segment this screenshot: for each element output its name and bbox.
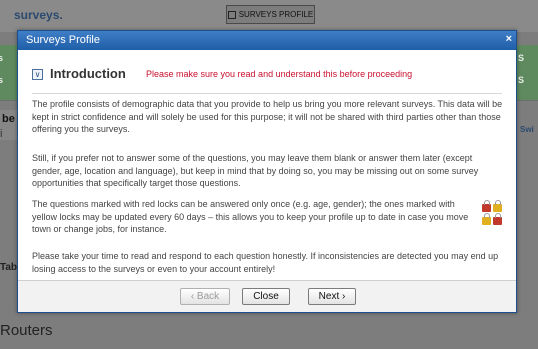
close-button[interactable]: Close: [242, 288, 290, 305]
intro-paragraph: The questions marked with red locks can …: [32, 199, 469, 234]
right-banner: SS: [516, 45, 538, 100]
back-button[interactable]: ‹ Back: [180, 288, 230, 305]
surveys-profile-label: SURVEYS PROFILE: [238, 10, 314, 19]
left-banner: ss: [0, 45, 18, 100]
surveys-profile-dialog: Surveys Profile × ∨ Introduction Please …: [17, 30, 517, 313]
section-header: ∨ Introduction Please make sure you read…: [32, 66, 502, 86]
profile-icon: [227, 10, 236, 19]
dialog-body: ∨ Introduction Please make sure you read…: [18, 50, 516, 280]
intro-paragraph: Please take your time to read and respon…: [32, 251, 499, 274]
close-icon[interactable]: ×: [506, 33, 512, 45]
collapse-icon[interactable]: ∨: [32, 69, 43, 80]
top-bar: surveys. SURVEYS PROFILE: [0, 0, 538, 32]
intro-paragraph: The profile consists of demographic data…: [32, 99, 503, 134]
section-note: Please make sure you read and understand…: [146, 69, 413, 79]
surveys-profile-button[interactable]: SURVEYS PROFILE: [226, 5, 315, 24]
section-title: Introduction: [50, 66, 126, 81]
right-panel-link[interactable]: Swi: [520, 125, 534, 134]
routers-heading: Routers: [0, 322, 53, 339]
site-logo[interactable]: surveys.: [14, 8, 63, 22]
dialog-title: Surveys Profile: [26, 34, 100, 46]
red-lock-icon: [493, 213, 502, 225]
left-panel-text: i: [0, 128, 3, 140]
left-panel-heading: be: [0, 110, 18, 140]
next-button[interactable]: Next ›: [308, 288, 356, 305]
tab-label[interactable]: Tab: [0, 262, 17, 273]
red-lock-icon: [482, 200, 491, 212]
lock-icons: [480, 199, 506, 225]
section-divider: [32, 93, 502, 94]
yellow-lock-icon: [482, 213, 491, 225]
intro-paragraph: Still, if you prefer not to answer some …: [32, 153, 479, 188]
yellow-lock-icon: [493, 200, 502, 212]
dialog-header: Surveys Profile ×: [18, 31, 516, 50]
dialog-footer: ‹ Back Close Next ›: [18, 280, 516, 312]
